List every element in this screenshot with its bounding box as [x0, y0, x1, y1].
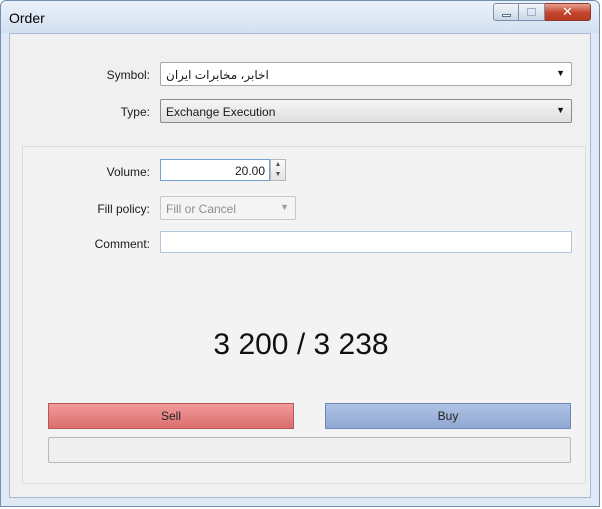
type-value: Exchange Execution	[166, 105, 276, 119]
sell-button[interactable]: Sell	[48, 403, 294, 429]
buy-button[interactable]: Buy	[325, 403, 571, 429]
minimize-button[interactable]	[493, 3, 519, 21]
spinner-up-icon[interactable]: ▲	[271, 160, 285, 170]
chevron-down-icon: ▼	[556, 105, 565, 115]
maximize-icon	[527, 8, 536, 16]
title-bar[interactable]: Order ✕	[1, 1, 599, 33]
close-icon: ✕	[562, 4, 573, 19]
symbol-label: Symbol:	[106, 68, 150, 82]
chevron-down-icon: ▼	[280, 202, 289, 212]
volume-label: Volume:	[106, 165, 150, 179]
fill-policy-dropdown[interactable]: Fill or Cancel ▼	[160, 196, 296, 220]
volume-spinner[interactable]: ▲ ▼	[270, 159, 286, 181]
caption-buttons: ✕	[493, 3, 591, 21]
bid-ask-quote: 3 200 / 3 238	[213, 328, 389, 361]
order-details-panel	[22, 146, 586, 484]
chevron-down-icon: ▼	[556, 68, 565, 78]
maximize-button[interactable]	[519, 3, 545, 21]
spinner-down-icon[interactable]: ▼	[271, 170, 285, 180]
volume-value: 20.00	[234, 164, 265, 178]
window-title: Order	[9, 10, 45, 26]
symbol-dropdown[interactable]: اخابر، مخابرات ایران ▼	[160, 62, 572, 86]
type-label: Type:	[120, 105, 150, 119]
type-dropdown[interactable]: Exchange Execution ▼	[160, 99, 572, 123]
volume-input[interactable]: 20.00	[160, 159, 270, 181]
minimize-icon	[502, 14, 511, 17]
comment-label: Comment:	[94, 237, 150, 251]
fill-policy-value: Fill or Cancel	[166, 202, 237, 216]
close-button[interactable]: ✕	[545, 3, 591, 21]
symbol-value: اخابر، مخابرات ایران	[166, 68, 269, 82]
fill-policy-label: Fill policy:	[97, 202, 150, 216]
status-bar	[48, 437, 571, 463]
comment-input[interactable]	[160, 231, 572, 253]
